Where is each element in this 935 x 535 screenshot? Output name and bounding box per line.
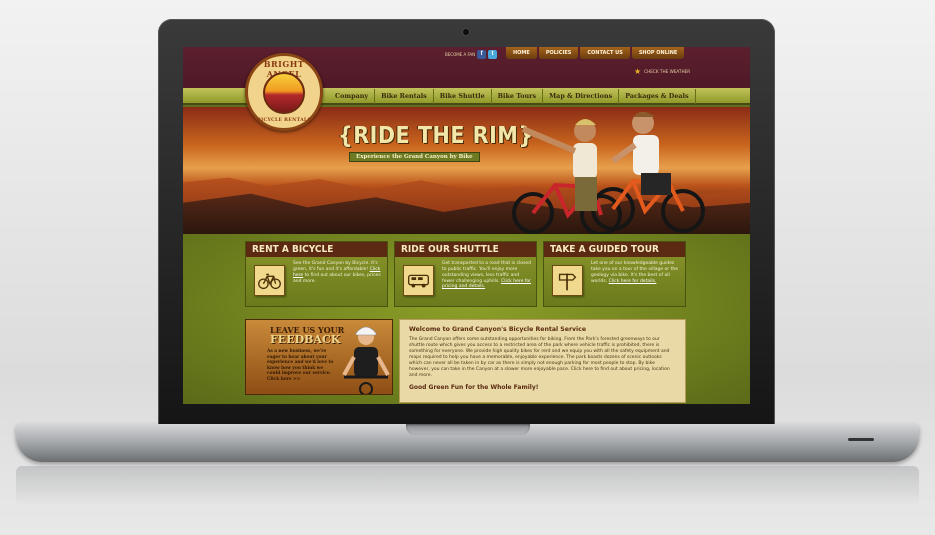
cyclist-photo (342, 326, 390, 394)
logo-bottom-text: BICYCLE RENTALS (256, 118, 312, 123)
card-title: RIDE OUR SHUTTLE (395, 242, 536, 257)
nav-bike-rentals[interactable]: Bike Rentals (375, 89, 434, 104)
twitter-icon[interactable]: t (488, 50, 498, 59)
facebook-icon[interactable]: f (477, 50, 487, 59)
feedback-title-line2: FEEDBACK (270, 333, 341, 346)
card-guided-tour[interactable]: TAKE A GUIDED TOUR Let one of our knowle… (543, 241, 686, 307)
welcome-subheading: Good Green Fun for the Whole Family! (409, 384, 539, 392)
camera-icon (463, 29, 469, 35)
social-links: BECOME A FAN f t (445, 50, 498, 59)
card-rent-bicycle[interactable]: RENT A BICYCLE See the Grand Canyon by B… (245, 241, 388, 307)
become-fan-label: BECOME A FAN (445, 52, 476, 57)
welcome-title: Welcome to Grand Canyon's Bicycle Rental… (409, 326, 587, 333)
main-content: RENT A BICYCLE See the Grand Canyon by B… (183, 234, 750, 404)
card-description: Get transported to a road that is closed… (442, 261, 532, 290)
cyclists-illustration (512, 112, 705, 234)
hero-subtitle: Experience the Grand Canyon by Bike (349, 152, 480, 162)
welcome-panel: Welcome to Grand Canyon's Bicycle Rental… (399, 319, 686, 403)
card-text: See the Grand Canyon by Bicycle. It's gr… (293, 261, 378, 272)
signpost-icon (552, 265, 583, 296)
nav-company[interactable]: Company (329, 89, 376, 104)
card-link[interactable]: Click here for details. (609, 279, 657, 284)
nav-packages-deals[interactable]: Packages & Deals (619, 89, 696, 104)
feedback-text: As a new business, we're eager to hear a… (267, 349, 334, 382)
bicycle-icon (254, 265, 285, 296)
top-link-policies[interactable]: POLICIES (538, 47, 579, 59)
welcome-body: The Grand Canyon offers some outstanding… (409, 337, 670, 379)
card-description: Let one of our knowledgeable guides take… (591, 261, 681, 284)
card-description: See the Grand Canyon by Bicycle. It's gr… (293, 261, 383, 284)
nav-map-directions[interactable]: Map & Directions (543, 89, 620, 104)
top-links: HOME POLICIES CONTACT US SHOP ONLINE (506, 47, 685, 59)
status-light (848, 438, 874, 441)
weather-label: CHECK THE WEATHER (644, 69, 691, 74)
laptop-lid: BECOME A FAN f t HOME POLICIES CONTACT U… (158, 19, 775, 427)
sunset-icon (263, 72, 305, 114)
nav-bike-shuttle[interactable]: Bike Shuttle (434, 89, 492, 104)
laptop-screen: BECOME A FAN f t HOME POLICIES CONTACT U… (183, 47, 750, 404)
card-ride-shuttle[interactable]: RIDE OUR SHUTTLE Get transported to a ro… (394, 241, 537, 307)
main-nav: Company Bike Rentals Bike Shuttle Bike T… (329, 89, 696, 105)
lid-notch (406, 424, 530, 435)
weather-link[interactable]: ★ CHECK THE WEATHER (634, 67, 690, 76)
top-link-shop[interactable]: SHOP ONLINE (631, 47, 685, 59)
nav-bike-tours[interactable]: Bike Tours (492, 89, 544, 104)
shuttle-icon (403, 265, 434, 296)
card-title: TAKE A GUIDED TOUR (544, 242, 685, 257)
feedback-panel[interactable]: LEAVE US YOUR FEEDBACK As a new business… (245, 319, 393, 395)
laptop-base (16, 424, 919, 462)
card-text-after: to find out about our bikes, prices and … (293, 272, 381, 284)
top-link-home[interactable]: HOME (506, 47, 537, 59)
laptop-reflection (16, 466, 919, 506)
site-logo[interactable]: BRIGHT ANGEL BICYCLE RENTALS (245, 53, 323, 131)
top-link-contact[interactable]: CONTACT US (580, 47, 630, 59)
card-title: RENT A BICYCLE (246, 242, 387, 257)
sun-icon: ★ (634, 67, 642, 76)
